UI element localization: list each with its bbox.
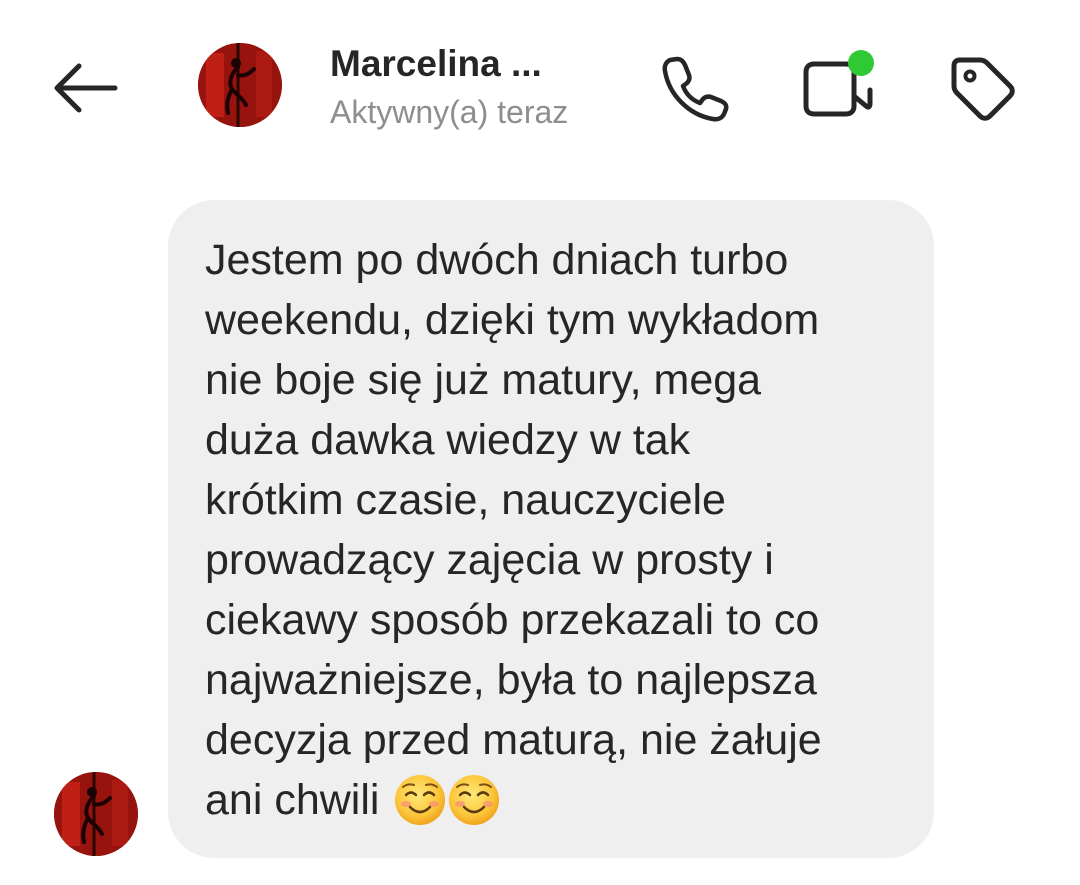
arrow-left-icon <box>54 63 118 113</box>
emoji-text: ☺️☺️ <box>205 830 206 831</box>
tag-icon <box>951 57 1015 121</box>
phone-icon <box>662 56 729 122</box>
message-bubble[interactable]: Jestem po dwóch dniach turbo weekendu, d… <box>168 200 934 858</box>
sender-avatar[interactable] <box>54 772 138 856</box>
chat-screen: Marcelina ... Aktywny(a) teraz Jestem po… <box>0 0 1080 885</box>
activity-status: Aktywny(a) teraz <box>330 94 569 130</box>
contact-info[interactable]: Marcelina ... Aktywny(a) teraz <box>330 42 630 132</box>
smiling-face-with-smiling-eyes-icon <box>393 773 447 827</box>
message-text-content: Jestem po dwóch dniach turbo weekendu, d… <box>205 236 822 824</box>
video-call-button[interactable] <box>798 48 878 128</box>
online-indicator <box>848 50 874 76</box>
audio-call-button[interactable] <box>654 48 734 128</box>
smiling-face-with-smiling-eyes-icon <box>447 773 501 827</box>
avatar-image <box>54 772 138 856</box>
label-button[interactable] <box>942 48 1022 128</box>
back-button[interactable] <box>44 55 124 121</box>
contact-name: Marcelina ... <box>330 43 542 84</box>
emoji-group <box>393 774 501 827</box>
message-text: Jestem po dwóch dniach turbo weekendu, d… <box>205 230 914 830</box>
avatar-image <box>198 43 282 127</box>
contact-avatar[interactable] <box>198 43 282 127</box>
